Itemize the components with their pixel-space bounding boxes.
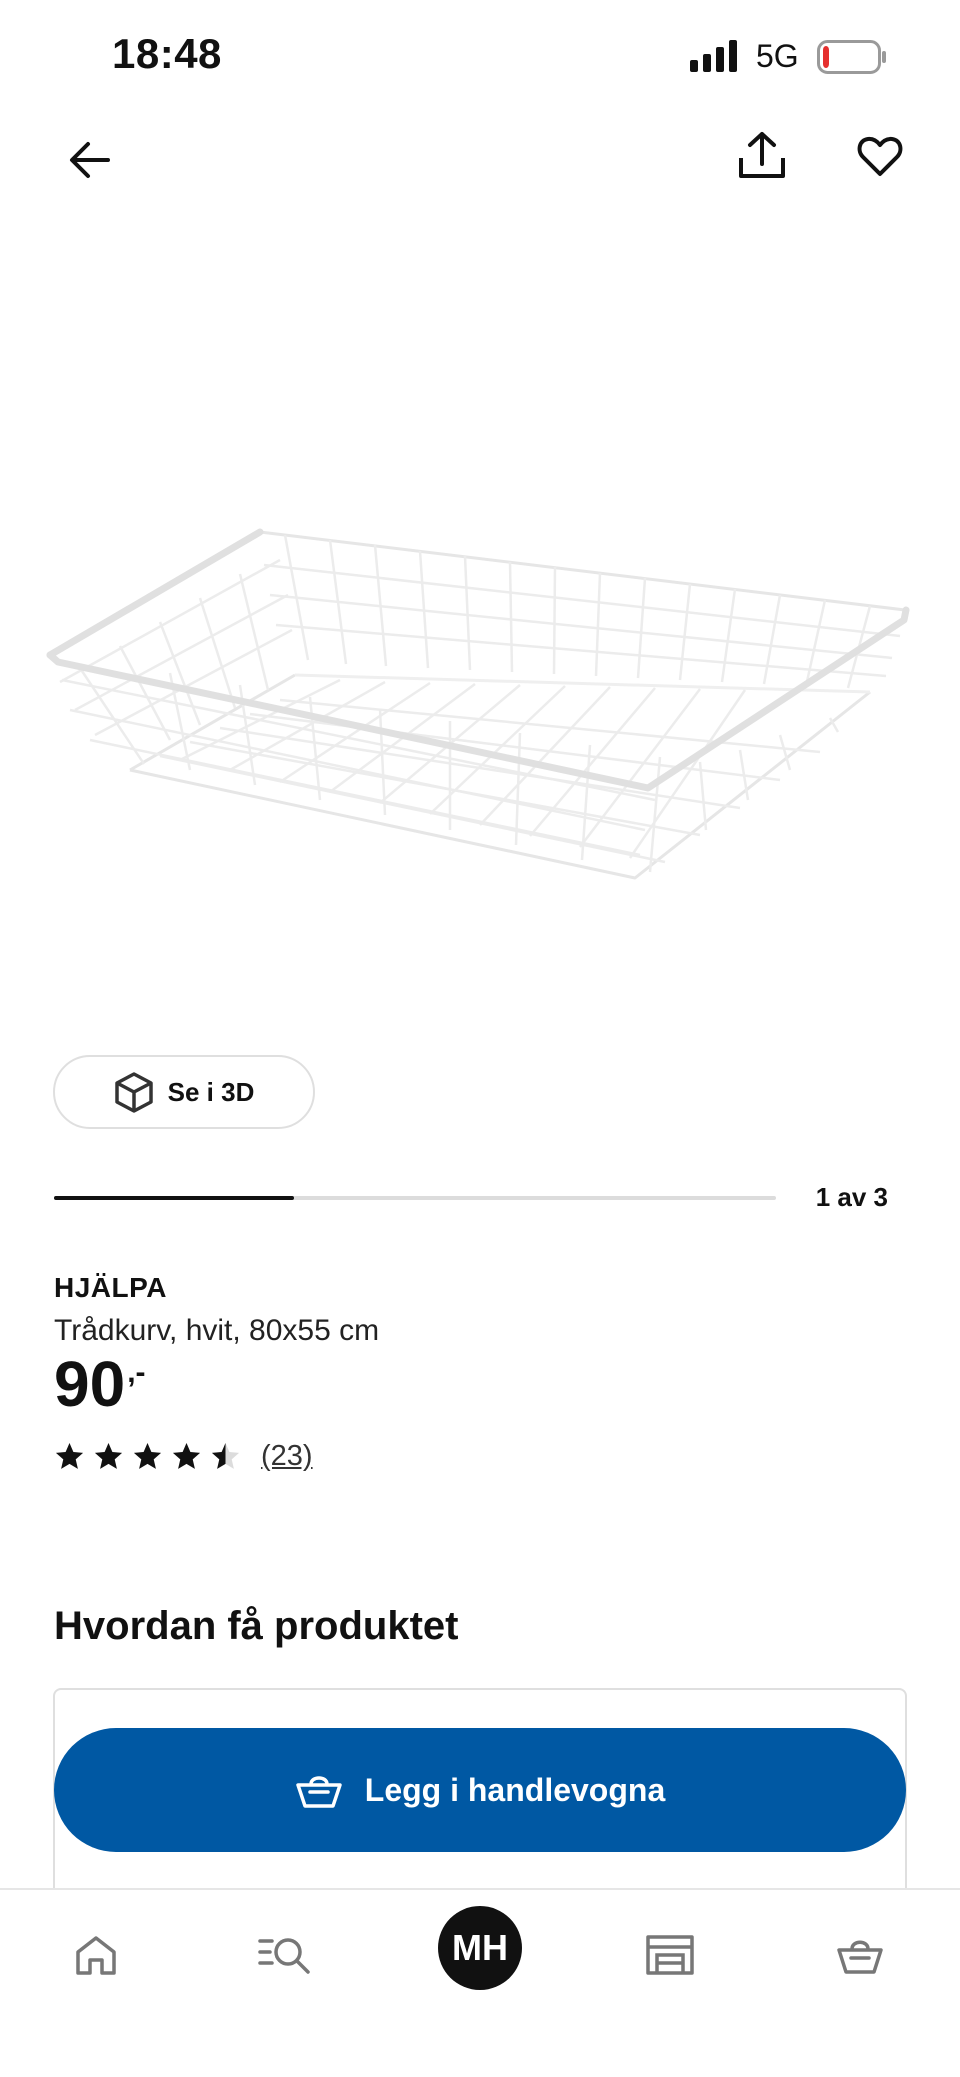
star-icon (172, 1442, 201, 1469)
nav-cart[interactable] (825, 1920, 895, 1990)
price-decimal: ,- (127, 1356, 146, 1389)
gallery-progress-track (54, 1196, 776, 1200)
battery-level (823, 46, 829, 68)
view-in-3d-button[interactable]: Se i 3D (53, 1055, 315, 1129)
star-icon (211, 1442, 240, 1469)
product-name: HJÄLPA (54, 1272, 167, 1303)
view-in-3d-label: Se i 3D (167, 1076, 255, 1107)
star-icon (133, 1442, 162, 1469)
arrow-left-icon (70, 142, 110, 178)
section-title-delivery: Hvordan få produktet (54, 1604, 459, 1648)
rating-stars (54, 1441, 241, 1472)
nav-stores[interactable] (635, 1920, 705, 1990)
add-to-cart-button[interactable]: Legg i handlevogna (54, 1728, 906, 1852)
cube-icon (114, 1072, 153, 1113)
favorite-button[interactable] (848, 124, 912, 188)
basket-icon (837, 1940, 883, 1974)
basket-icon (296, 1776, 342, 1808)
review-count-link[interactable]: (23) (261, 1440, 313, 1473)
star-icon (55, 1442, 84, 1469)
price-integer: 90 (54, 1348, 126, 1420)
nav-home[interactable] (61, 1920, 131, 1990)
product-image[interactable] (40, 470, 920, 900)
product-price: 90 ,- (54, 1352, 146, 1416)
nav-search[interactable] (250, 1920, 320, 1990)
network-type: 5G (756, 38, 799, 74)
star-icon (94, 1442, 123, 1469)
signal-strength-icon (690, 40, 737, 72)
add-to-cart-label: Legg i handlevogna (364, 1771, 666, 1808)
back-button[interactable] (60, 130, 120, 190)
gallery-counter: 1 av 3 (815, 1182, 888, 1212)
home-icon (76, 1936, 116, 1975)
status-time: 18:48 (112, 30, 222, 77)
product-rating[interactable]: (23) (54, 1440, 313, 1473)
bottom-navigation: MH (0, 1888, 960, 2077)
heart-icon (857, 136, 903, 176)
gallery-progress-fill (54, 1196, 295, 1200)
share-icon (739, 132, 785, 178)
status-bar: 18:48 5G (0, 0, 960, 110)
search-list-icon (258, 1938, 310, 1974)
share-button[interactable] (730, 124, 794, 188)
store-icon (646, 1935, 694, 1975)
battery-icon (817, 40, 886, 74)
top-navigation (0, 110, 960, 200)
nav-profile-avatar[interactable]: MH (438, 1906, 522, 1990)
product-description: Trådkurv, hvit, 80x55 cm (54, 1314, 380, 1347)
